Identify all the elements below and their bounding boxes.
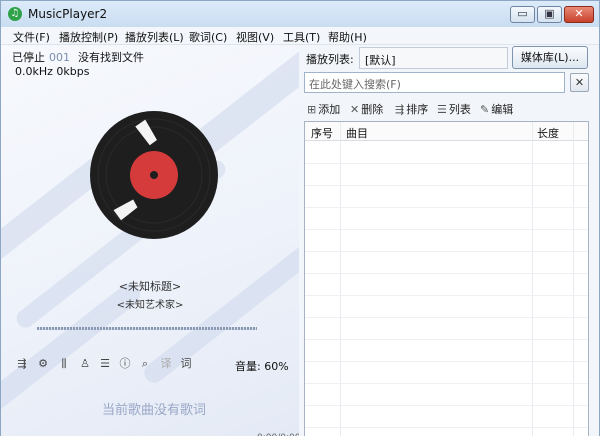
row-gridline (305, 317, 588, 318)
column-divider (532, 122, 533, 436)
menu-icon[interactable]: ☰ (98, 357, 112, 371)
row-gridline (305, 185, 588, 186)
title-bar[interactable]: ♫ MusicPlayer2 ▭ ▣ ✕ (1, 1, 599, 27)
column-header-number[interactable]: 序号 (311, 125, 333, 141)
edit-label: 编辑 (491, 103, 514, 116)
row-gridline (305, 229, 588, 230)
info-icon[interactable]: ⓘ (118, 357, 132, 371)
sort-button[interactable]: ⇶ 排序 (395, 101, 428, 117)
table-header: 序号 曲目 长度 (305, 122, 588, 141)
menu-help[interactable]: 帮助(H) (328, 29, 367, 45)
edit-button[interactable]: ✎ 编辑 (480, 101, 513, 117)
menu-tools[interactable]: 工具(T) (283, 29, 320, 45)
menu-lyrics[interactable]: 歌词(C) (189, 29, 227, 45)
playback-status: 已停止 001 没有找到文件 (12, 49, 144, 65)
playlist-icon[interactable]: ⇶ (15, 357, 29, 371)
audio-info: 0.0kHz 0kbps (15, 65, 90, 78)
row-gridline (305, 361, 588, 362)
progress-bar[interactable] (37, 327, 257, 330)
search-icon[interactable]: ⌕ (138, 357, 152, 371)
remove-icon: ✕ (350, 103, 360, 116)
edit-icon: ✎ (480, 103, 490, 116)
skin-icon[interactable]: ♙ (78, 357, 92, 371)
list-label: 列表 (448, 103, 471, 116)
sort-label: 排序 (406, 103, 429, 116)
status-message: 没有找到文件 (78, 51, 144, 64)
add-label: 添加 (318, 103, 341, 116)
translate-icon[interactable]: 译 (159, 357, 173, 371)
column-header-length[interactable]: 长度 (537, 125, 559, 141)
row-gridline (305, 295, 588, 296)
row-gridline (305, 405, 588, 406)
playlist-panel: 播放列表: [默认] 媒体库(L)... 在此处键入搜索(F) ✕ ⊞ 添加 ✕ 删… (299, 45, 599, 436)
row-gridline (305, 339, 588, 340)
row-gridline (305, 383, 588, 384)
playlist-label: 播放列表: (306, 53, 354, 66)
menu-playback-control[interactable]: 播放控制(P) (59, 29, 118, 45)
row-gridline (305, 163, 588, 164)
remove-label: 删除 (361, 103, 384, 116)
album-cover-vinyl (90, 111, 218, 239)
main-window: ♫ MusicPlayer2 ▭ ▣ ✕ 文件(F) 播放控制(P) 播放列表(… (0, 0, 600, 436)
row-gridline (305, 251, 588, 252)
lyrics-area: 当前歌曲没有歌词 (101, 403, 206, 418)
minimize-button[interactable]: ▭ (510, 6, 535, 23)
search-input[interactable]: 在此处键入搜索(F) (304, 72, 565, 93)
close-button[interactable]: ✕ (564, 6, 594, 23)
status-text: 已停止 (12, 51, 45, 64)
app-logo-icon: ♫ (8, 7, 22, 21)
list-button[interactable]: ☰ 列表 (437, 101, 471, 117)
artist-name: <未知艺术家> (116, 300, 184, 311)
menu-file[interactable]: 文件(F) (13, 29, 50, 45)
playlist-table[interactable]: 序号 曲目 长度 (304, 121, 589, 436)
list-icon: ☰ (437, 103, 447, 116)
clear-search-button[interactable]: ✕ (570, 73, 589, 92)
playlist-name-field: [默认] (359, 47, 508, 69)
column-header-track[interactable]: 曲目 (346, 125, 368, 141)
song-title: <未知标题> (118, 280, 182, 293)
column-divider (340, 122, 341, 436)
menu-bar: 文件(F) 播放控制(P) 播放列表(L) 歌词(C) 视图(V) 工具(T) … (1, 27, 599, 45)
add-button[interactable]: ⊞ 添加 (307, 101, 340, 117)
row-gridline (305, 207, 588, 208)
track-number: 001 (49, 51, 70, 64)
row-gridline (305, 273, 588, 274)
lyric-icon[interactable]: 词 (179, 357, 193, 371)
row-gridline (305, 427, 588, 428)
add-icon: ⊞ (307, 103, 317, 116)
remove-button[interactable]: ✕ 删除 (350, 101, 383, 117)
sort-icon: ⇶ (395, 103, 405, 116)
menu-view[interactable]: 视图(V) (236, 29, 274, 45)
volume-display[interactable]: 音量: 60% (235, 358, 289, 374)
media-library-button[interactable]: 媒体库(L)... (512, 46, 588, 69)
maximize-button[interactable]: ▣ (537, 6, 562, 23)
equalizer-icon[interactable]: ⫼ (57, 357, 71, 371)
menu-playlist[interactable]: 播放列表(L) (125, 29, 184, 45)
settings-icon[interactable]: ⚙ (36, 357, 50, 371)
column-divider (573, 122, 574, 436)
window-title: MusicPlayer2 (28, 7, 108, 21)
player-panel: 已停止 001 没有找到文件 0.0kHz 0kbps <未知标题> <未知艺术家>… (1, 45, 299, 436)
